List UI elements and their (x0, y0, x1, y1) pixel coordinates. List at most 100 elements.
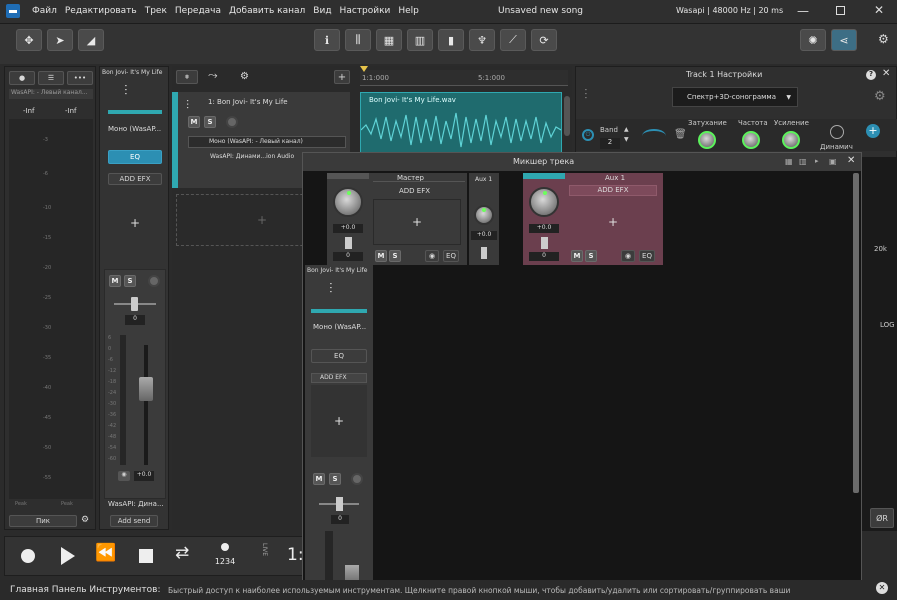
record-arm-button[interactable] (148, 275, 160, 287)
close-icon[interactable]: ✕ (882, 68, 890, 79)
route-icon[interactable]: ⤳ (208, 68, 218, 83)
freq-knob[interactable] (742, 131, 760, 149)
monitor-icon[interactable]: ◉ (118, 471, 130, 481)
add-track-button[interactable]: + (334, 70, 350, 84)
volume-fader-handle[interactable] (139, 377, 153, 401)
solo-button[interactable]: S (124, 275, 136, 287)
add-band-icon[interactable]: + (866, 124, 880, 138)
gain-knob[interactable] (782, 131, 800, 149)
decay-knob[interactable] (698, 131, 716, 149)
aux-pan-slider[interactable] (541, 237, 548, 249)
count-in-button[interactable]: 1234 (213, 543, 237, 573)
mixer-scrollbar[interactable] (853, 173, 859, 493)
arrow-icon[interactable]: ▸ (815, 157, 819, 165)
volume-fader-track[interactable] (144, 345, 148, 465)
phase-reverse-button[interactable]: ØR (870, 508, 894, 528)
master-add-plus[interactable]: + (373, 199, 461, 245)
gear-icon[interactable]: ⚙ (878, 32, 889, 46)
brush-icon[interactable]: ⟋ (500, 29, 526, 51)
menu-track[interactable]: Трек (145, 6, 167, 16)
track-scrollbar[interactable] (564, 96, 570, 136)
menu-view[interactable]: Вид (313, 6, 331, 16)
menu-transfer[interactable]: Передача (175, 6, 221, 16)
move-tool-button[interactable]: ✥ (16, 29, 42, 51)
mixer-add-efx[interactable]: ADD EFX (311, 373, 367, 383)
peak-button[interactable]: Пик (9, 515, 77, 527)
aux-return-slider[interactable] (481, 247, 487, 259)
close-icon[interactable]: ✕ (874, 3, 884, 17)
menu-add-channel[interactable]: Добавить канал (229, 6, 305, 16)
mixer-icon[interactable]: ⫼ (345, 29, 371, 51)
view-mode-select[interactable]: Спектр+3D-сонограмма ▼ (672, 87, 798, 107)
aux-monitor-button[interactable]: ◉ (621, 250, 635, 262)
mixer-mute-button[interactable]: M (313, 473, 325, 485)
eq-button[interactable]: EQ (108, 150, 162, 164)
gear-icon[interactable]: ⚙ (81, 515, 89, 525)
tuner-icon[interactable]: ♆ (469, 29, 495, 51)
add-efx-button[interactable]: ADD EFX (108, 173, 162, 185)
gear-icon[interactable]: ⚙ (240, 71, 249, 82)
mixer-pan-handle[interactable] (336, 497, 343, 511)
more-button[interactable]: ••• (67, 71, 93, 85)
play-button[interactable] (61, 547, 75, 565)
loop-button[interactable]: ⇄ (175, 543, 189, 563)
mixer-eq-button[interactable]: EQ (311, 349, 367, 363)
timeline-ruler[interactable]: 1:1:000 5:1:000 (360, 66, 568, 86)
aux-add-plus[interactable]: + (569, 199, 657, 245)
network-icon[interactable]: ✺ (800, 29, 826, 51)
mute-button[interactable]: M (188, 116, 200, 128)
menu-help[interactable]: Help (398, 6, 419, 16)
aux-eq-button[interactable]: EQ (639, 250, 655, 262)
info-icon[interactable]: ℹ (314, 29, 340, 51)
trash-icon[interactable]: 🗑 (674, 129, 687, 140)
master-eq-button[interactable]: EQ (443, 250, 459, 262)
menu-file[interactable]: Файл (32, 6, 57, 16)
grid-icon[interactable]: ▦ (376, 29, 402, 51)
add-effect-plus[interactable]: + (125, 215, 145, 231)
add-send-button[interactable]: Add send (110, 515, 158, 527)
aux-solo-button[interactable]: S (585, 250, 597, 262)
dynamic-toggle[interactable] (830, 125, 844, 139)
aux-add-efx[interactable]: ADD EFX (569, 185, 657, 196)
mixer-solo-button[interactable]: S (329, 473, 341, 485)
rewind-button[interactable]: ⏪ (95, 543, 116, 563)
menu-settings[interactable]: Настройки (340, 6, 391, 16)
power-icon[interactable]: ⏻ (582, 129, 594, 141)
record-input-button[interactable]: ● (9, 71, 35, 85)
record-button[interactable] (21, 549, 35, 563)
column-view-icon[interactable]: ▥ (799, 157, 807, 166)
pan-slider-handle[interactable] (131, 297, 138, 311)
menu-edit[interactable]: Редактировать (65, 6, 137, 16)
share-icon[interactable]: ⋖ (831, 29, 857, 51)
track-filter-button[interactable]: ⩨ (176, 70, 198, 84)
film-icon[interactable]: ▣ (829, 157, 837, 166)
master-add-efx[interactable]: ADD EFX (399, 187, 430, 195)
maximize-icon[interactable] (836, 6, 845, 15)
input-select[interactable]: Моно (WasAPI: - Левый канал) (188, 136, 346, 148)
metronome-icon[interactable]: ▮ (438, 29, 464, 51)
master-monitor-button[interactable]: ◉ (425, 250, 439, 262)
mute-button[interactable]: M (109, 275, 121, 287)
master-solo-button[interactable]: S (389, 250, 401, 262)
solo-button[interactable]: S (204, 116, 216, 128)
close-icon[interactable]: ✕ (876, 582, 888, 594)
loop-icon[interactable]: ⟳ (531, 29, 557, 51)
keyboard-icon[interactable]: ▥ (407, 29, 433, 51)
stop-button[interactable] (139, 549, 153, 563)
gear-icon[interactable]: ⚙ (874, 89, 886, 104)
aux-mute-button[interactable]: M (571, 250, 583, 262)
pointer-tool-button[interactable]: ➤ (47, 29, 73, 51)
minimize-icon[interactable]: — (797, 4, 809, 18)
help-icon[interactable]: ? (866, 70, 876, 80)
band-stepper[interactable]: ▲ ▼ (624, 125, 629, 145)
band-value[interactable]: 2 (600, 138, 620, 149)
close-icon[interactable]: ✕ (847, 155, 855, 166)
fade-tool-button[interactable]: ◢ (78, 29, 104, 51)
master-pan-slider[interactable] (345, 237, 352, 249)
list-button[interactable]: ☰ (38, 71, 64, 85)
master-mute-button[interactable]: M (375, 250, 387, 262)
track-title[interactable]: 1: Bon Jovi- It's My Life (208, 98, 288, 106)
grid-view-icon[interactable]: ▦ (785, 157, 793, 166)
mixer-add-plus[interactable]: + (311, 385, 367, 457)
mixer-record-arm[interactable] (351, 473, 363, 485)
